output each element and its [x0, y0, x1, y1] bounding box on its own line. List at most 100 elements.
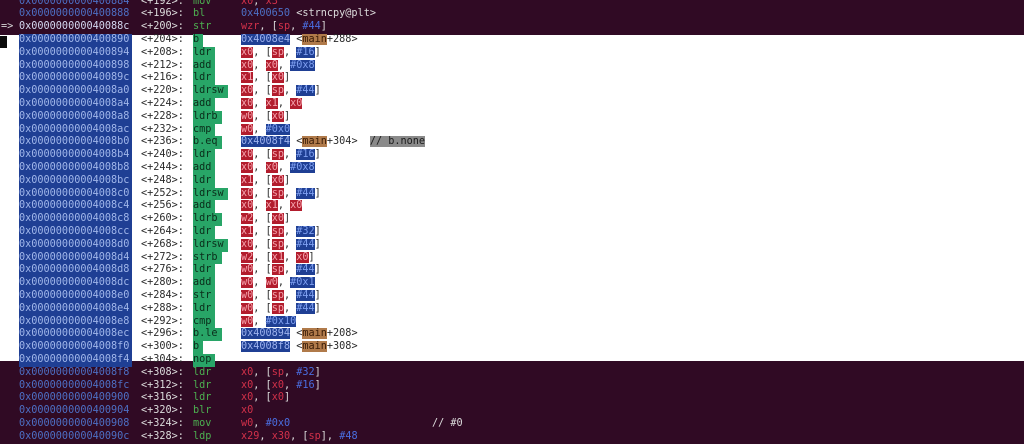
instruction-mnemonic: ldr [193, 379, 212, 391]
operand-register: x0 [241, 59, 254, 71]
instruction-mnemonic: b.le [193, 328, 222, 342]
operand-register: x0 [271, 379, 284, 391]
instruction-operands: w2, [x1, x0] [241, 251, 315, 265]
instruction-operands: x1, [sp, #32] [241, 226, 321, 239]
instruction-operands: x0, [sp, #32] [241, 367, 321, 380]
operand-punctuation: , [ [253, 392, 272, 404]
instruction-address: 0x00000000004008f0 [19, 341, 133, 354]
instruction-mnemonic: str [193, 290, 216, 303]
instruction-offset: <+312>: [141, 379, 184, 391]
operand-punctuation: , [ [253, 238, 272, 250]
instruction-address: 0x00000000004008b4 [19, 149, 133, 162]
terminal-cursor [0, 36, 7, 48]
instruction-mnemonic: ldrsw [193, 187, 228, 201]
instruction-mnemonic: ldr [193, 264, 216, 278]
operand-symbol: main [302, 341, 327, 353]
instruction-operands: x0, x1, x0 [241, 98, 303, 111]
operand-register: w2 [241, 251, 254, 263]
operand-punctuation: , [283, 149, 297, 161]
operand-punctuation: , [ [253, 379, 272, 391]
instruction-offset: <+320>: [141, 405, 184, 417]
operand-punctuation: , [277, 162, 291, 173]
operand-punctuation: ] [314, 85, 321, 97]
instruction-address: 0x00000000004008f8 [19, 366, 130, 378]
instruction-operands: x0, [sp, #44] [241, 187, 321, 201]
instruction-operands: w0, w0, #0x1 [241, 277, 315, 290]
instruction-offset: <+192>: [141, 0, 184, 7]
operand-register: x3 [265, 0, 278, 7]
instruction-address: 0x0000000000400890 [19, 34, 133, 47]
instruction-address: 0x0000000000400908 [19, 418, 130, 429]
operand-punctuation: , [283, 251, 297, 263]
instruction-offset: <+216>: [141, 72, 184, 84]
operand-punctuation: , [253, 59, 266, 71]
instruction-mnemonic: ldrsw [193, 85, 228, 98]
instruction-operands: x0, [sp, #44] [241, 238, 321, 252]
operand-punctuation: , [259, 430, 272, 442]
operand-immediate: #48 [339, 430, 358, 442]
instruction-mnemonic: strb [193, 251, 222, 265]
instruction-mnemonic: b [193, 341, 204, 354]
instruction-offset: <+204>: [141, 34, 184, 45]
instruction-offset: <+308>: [141, 366, 184, 378]
operand-inline-comment: // b.none [369, 136, 426, 148]
operand-register: w0 [241, 123, 254, 135]
operand-punctuation: , [283, 187, 297, 199]
operand-punctuation: , [283, 290, 297, 301]
instruction-mnemonic: mov [193, 0, 212, 7]
instruction-operands: 0x4008f4 <main+304> // b.none [241, 136, 426, 149]
operand-punctuation: , [ [253, 251, 272, 263]
operand-register: sp [271, 238, 284, 250]
operand-register: x1 [241, 72, 254, 84]
instruction-comment: // #0 [432, 418, 463, 429]
operand-immediate: #44 [296, 264, 315, 276]
operand-punctuation: ] [314, 366, 321, 378]
instruction-offset: <+288>: [141, 302, 184, 314]
operand-register: x1 [241, 226, 254, 237]
operand-register: x0 [241, 405, 254, 417]
operand-punctuation: ] [314, 46, 321, 58]
instruction-address: 0x00000000004008e0 [19, 290, 133, 303]
operand-immediate: #16 [296, 379, 315, 391]
operand-immediate: #32 [296, 226, 315, 237]
instruction-address: 0x00000000004008f4 [19, 354, 133, 367]
instruction-mnemonic: ldr [193, 366, 212, 378]
instruction-mnemonic: ldr [193, 72, 216, 86]
operand-register: wzr [241, 21, 260, 33]
instruction-offset: <+248>: [141, 174, 184, 186]
operand-register: x1 [265, 98, 278, 109]
operand-punctuation: , [253, 123, 266, 135]
operand-punctuation: , [ [253, 302, 272, 314]
operand-register: sp [271, 85, 284, 97]
instruction-mnemonic: add [193, 277, 216, 290]
operand-punctuation: ] [314, 238, 321, 250]
instruction-address: 0x00000000004008d8 [19, 264, 133, 278]
operand-punctuation: , [253, 98, 266, 109]
operand-punctuation: ] [314, 187, 321, 199]
operand-register: x1 [265, 200, 278, 212]
operand-immediate: #44 [296, 302, 315, 314]
operand-punctuation: , [253, 418, 266, 429]
operand-immediate: #44 [296, 238, 315, 250]
operand-punctuation: ] [320, 21, 327, 33]
instruction-mnemonic: b.eq [193, 136, 222, 150]
operand-punctuation: ] [283, 72, 291, 84]
instruction-address: 0x0000000000400898 [19, 59, 133, 73]
instruction-mnemonic: ldr [193, 302, 216, 316]
operand-register: x0 [241, 366, 254, 378]
instruction-address: 0x00000000004008dc [19, 277, 133, 290]
instruction-address: 0x00000000004008ec [19, 328, 133, 342]
instruction-address: 0x000000000040090c [19, 430, 130, 442]
operand-punctuation: , [253, 315, 266, 327]
operand-punctuation: , [283, 379, 297, 391]
instruction-operands: 0x4008e4 <main+288> [241, 34, 358, 47]
operand-punctuation: ] [314, 302, 321, 314]
operand-register: sp [277, 21, 291, 33]
instruction-mnemonic: cmp [193, 315, 216, 329]
operand-register: x0 [265, 162, 278, 173]
operand-register: sp [271, 366, 284, 378]
terminal-window[interactable]: 0x0000000000400884 <+192>: mov x0, x3 0x0000… [0, 0, 1024, 442]
operand-punctuation: +288> [326, 34, 358, 45]
operand-punctuation: < [290, 136, 303, 148]
operand-register: x30 [271, 430, 291, 442]
